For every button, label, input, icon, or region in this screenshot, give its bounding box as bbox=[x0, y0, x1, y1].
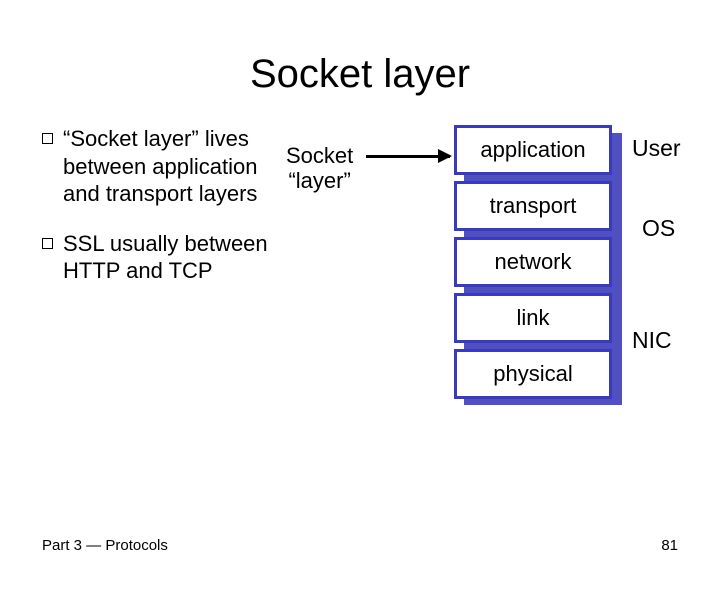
arrow-icon bbox=[366, 155, 450, 158]
bullet-text: “Socket layer” lives between application… bbox=[63, 125, 272, 208]
layer-physical: physical bbox=[454, 349, 612, 399]
network-stack: application transport network link physi… bbox=[454, 125, 612, 399]
bullet-item: “Socket layer” lives between application… bbox=[42, 125, 272, 208]
side-label-nic: NIC bbox=[632, 327, 672, 354]
bullet-text: SSL usually between HTTP and TCP bbox=[63, 230, 272, 285]
content-area: “Socket layer” lives between application… bbox=[0, 125, 720, 415]
bullet-marker-icon bbox=[42, 133, 53, 144]
layer-network: network bbox=[454, 237, 612, 287]
bullet-list: “Socket layer” lives between application… bbox=[42, 125, 272, 415]
socket-label-line2: “layer” bbox=[286, 168, 353, 193]
socket-layer-label: Socket “layer” bbox=[286, 143, 353, 194]
side-label-user: User bbox=[632, 135, 681, 162]
bullet-marker-icon bbox=[42, 238, 53, 249]
slide-title: Socket layer bbox=[0, 52, 720, 97]
layer-application: application bbox=[454, 125, 612, 175]
layer-diagram: Socket “layer” application transport net… bbox=[272, 125, 686, 415]
socket-label-line1: Socket bbox=[286, 143, 353, 168]
layer-link: link bbox=[454, 293, 612, 343]
side-label-os: OS bbox=[642, 215, 675, 242]
bullet-item: SSL usually between HTTP and TCP bbox=[42, 230, 272, 285]
layer-transport: transport bbox=[454, 181, 612, 231]
